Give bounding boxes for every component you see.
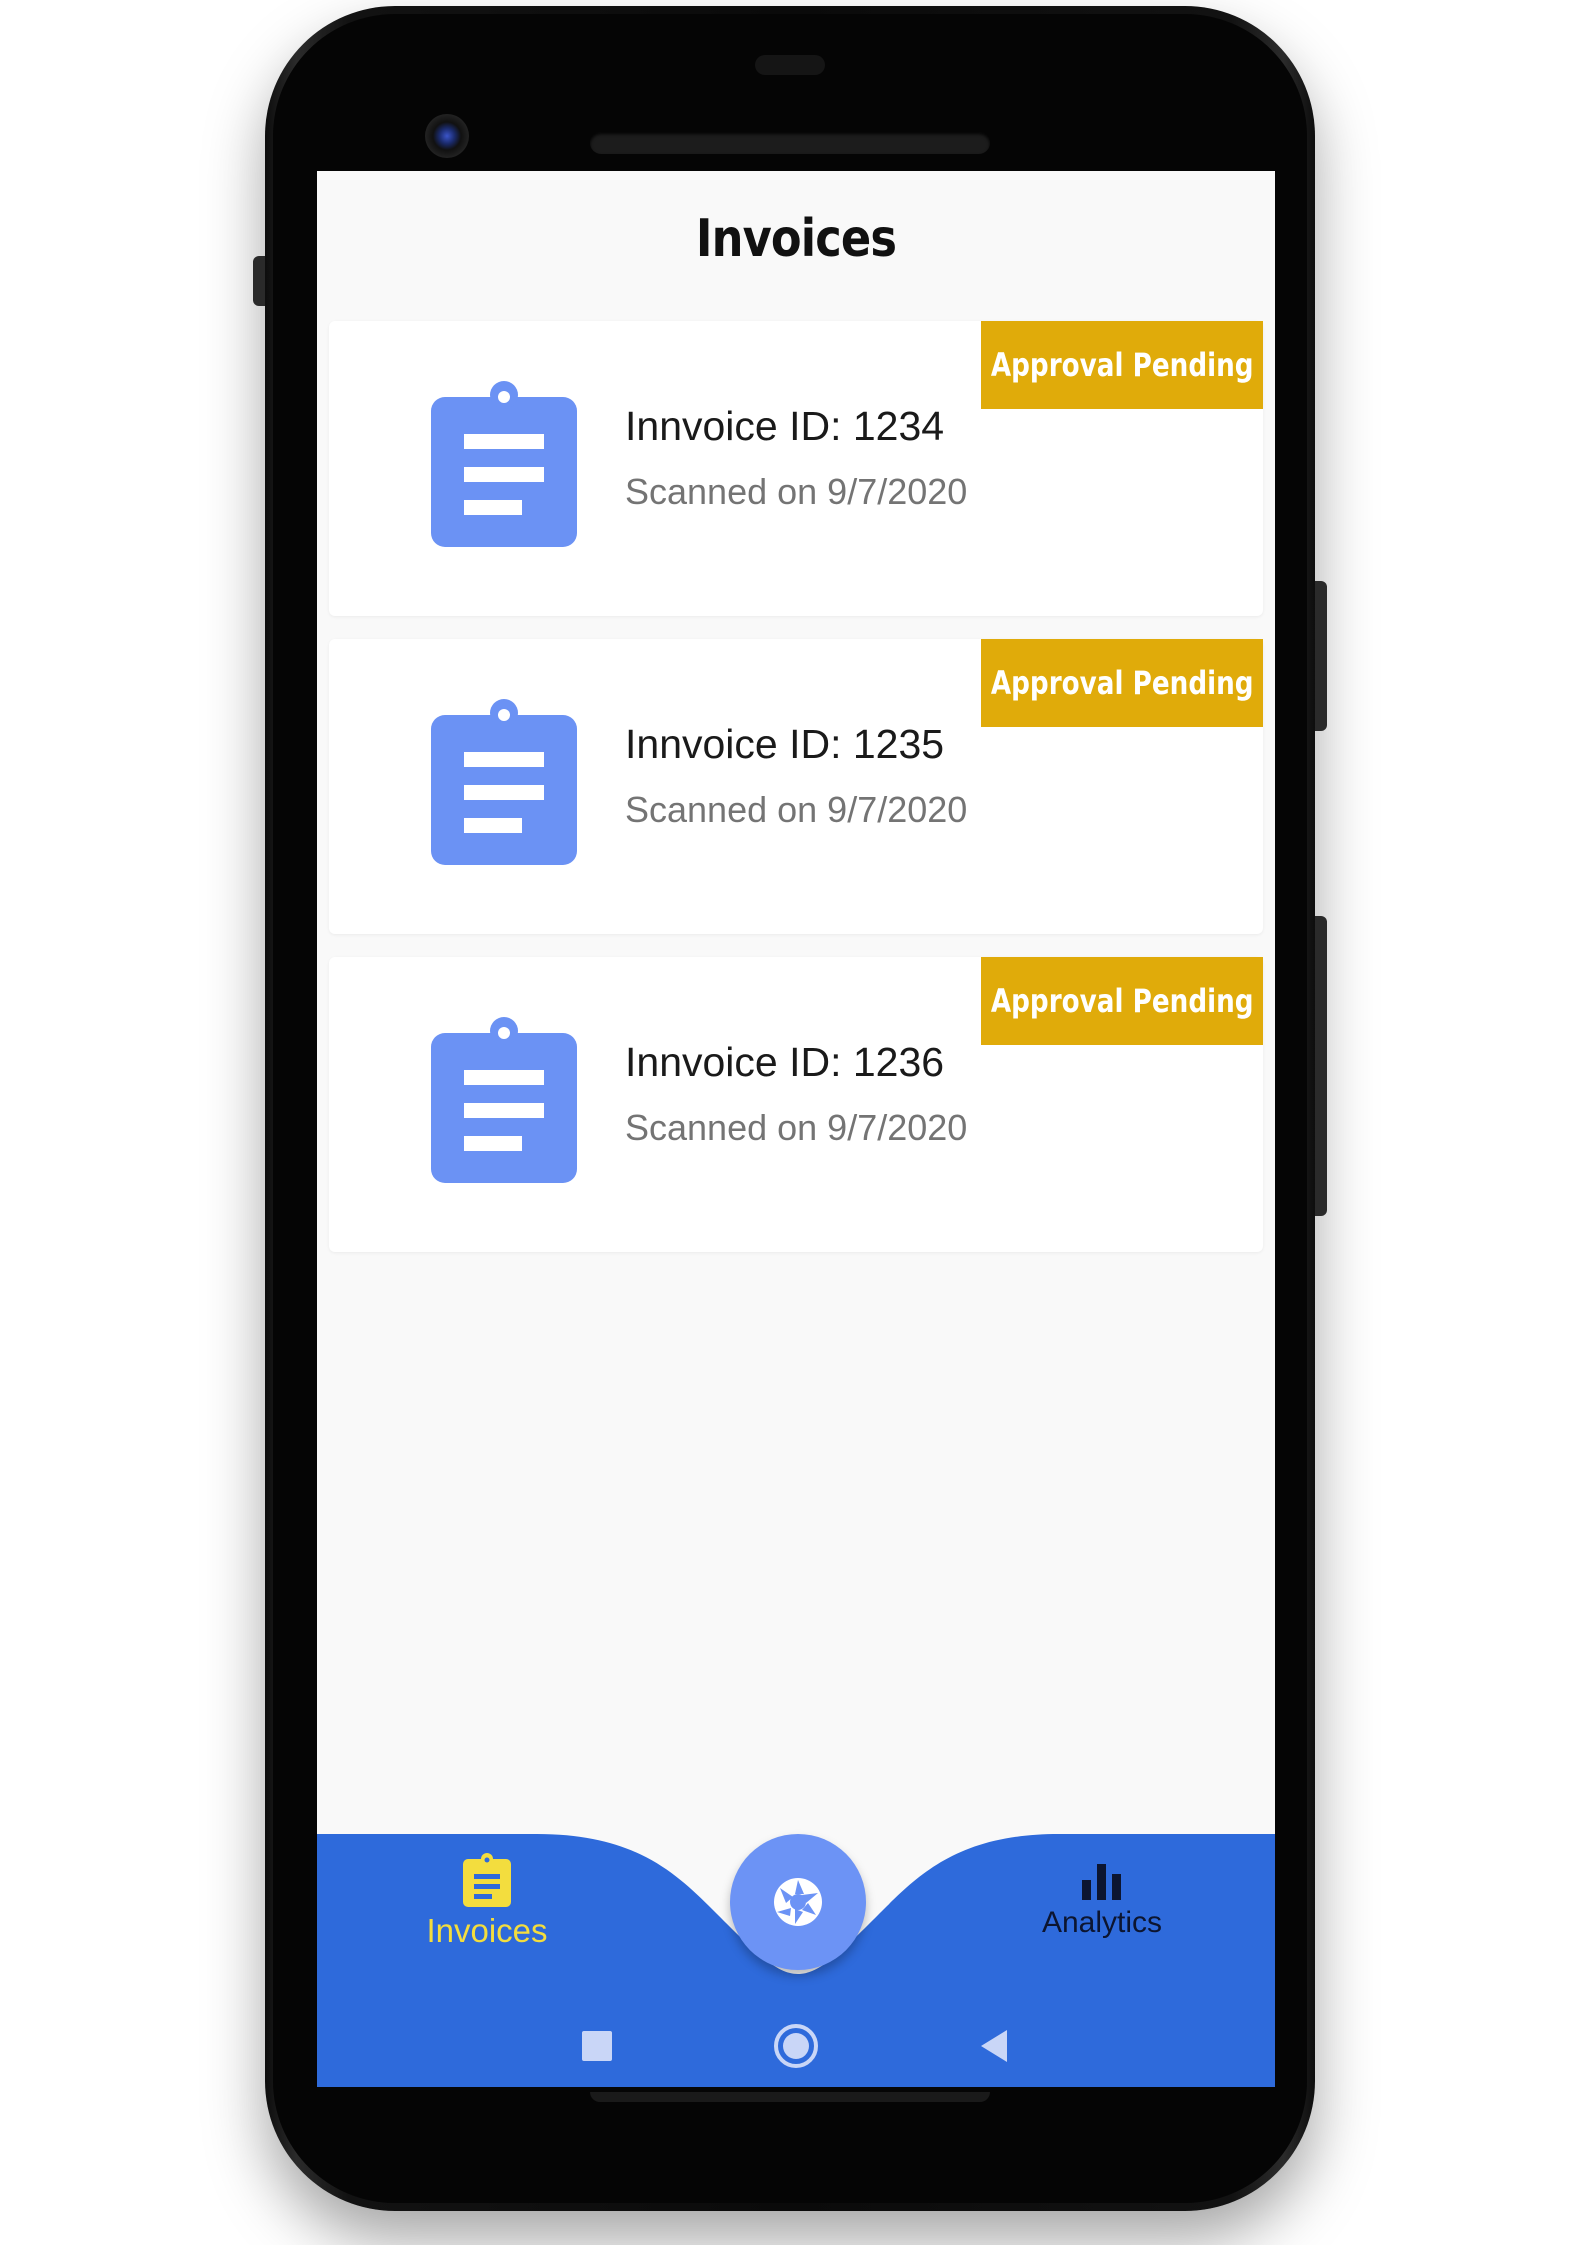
system-navigation-bar [317,2016,1275,2076]
proximity-sensor [755,55,825,75]
invoice-id: Innvoice ID: 1235 [625,721,945,767]
scan-camera-button[interactable] [730,1834,866,1970]
camera-shutter-icon [774,1878,822,1926]
square-icon [582,2031,612,2061]
status-badge-label: Approval Pending [990,982,1254,1020]
bottom-speaker [590,2092,990,2102]
status-badge: Approval Pending [981,639,1263,727]
invoice-scan-date: Scanned on 9/7/2020 [625,1107,968,1148]
invoice-id: Innvoice ID: 1234 [625,403,945,449]
invoice-card[interactable]: Innvoice ID: 1236 Scanned on 9/7/2020 Ap… [329,957,1263,1252]
invoice-id: Innvoice ID: 1236 [625,1039,945,1085]
bar-chart-icon [1082,1864,1121,1900]
invoice-scan-date: Scanned on 9/7/2020 [625,471,968,512]
nav-label-invoices: Invoices [426,1912,548,1949]
nav-label-analytics: Analytics [1041,1906,1163,1939]
power-button [1315,581,1327,731]
home-button[interactable] [766,2016,826,2076]
bottom-navigation: Invoices Analytics [317,1834,1275,2087]
app-screen: Invoices Innvoice ID: 1234 Scanned on 9/… [317,171,1275,2087]
clipboard-icon [431,1017,577,1183]
volume-button [1315,916,1327,1216]
clipboard-icon [463,1853,511,1907]
earpiece-speaker [590,132,990,154]
status-badge-label: Approval Pending [990,346,1254,384]
recents-button[interactable] [567,2016,627,2076]
status-badge-label: Approval Pending [990,664,1254,702]
page-title: Invoices [695,209,897,269]
invoice-scan-date: Scanned on 9/7/2020 [625,789,968,830]
invoice-card[interactable]: Innvoice ID: 1235 Scanned on 9/7/2020 Ap… [329,639,1263,934]
circle-icon [774,2024,818,2068]
nav-item-analytics[interactable]: Analytics [1007,1862,1197,1940]
invoice-list: Innvoice ID: 1234 Scanned on 9/7/2020 Ap… [329,321,1263,1275]
back-button[interactable] [964,2016,1024,2076]
front-camera-icon [425,114,469,158]
triangle-back-icon [981,2030,1007,2062]
clipboard-icon [431,699,577,865]
status-badge: Approval Pending [981,321,1263,409]
nav-item-invoices[interactable]: Invoices [392,1852,582,1950]
invoice-card[interactable]: Innvoice ID: 1234 Scanned on 9/7/2020 Ap… [329,321,1263,616]
status-badge: Approval Pending [981,957,1263,1045]
side-key [253,256,265,306]
clipboard-icon [431,381,577,547]
